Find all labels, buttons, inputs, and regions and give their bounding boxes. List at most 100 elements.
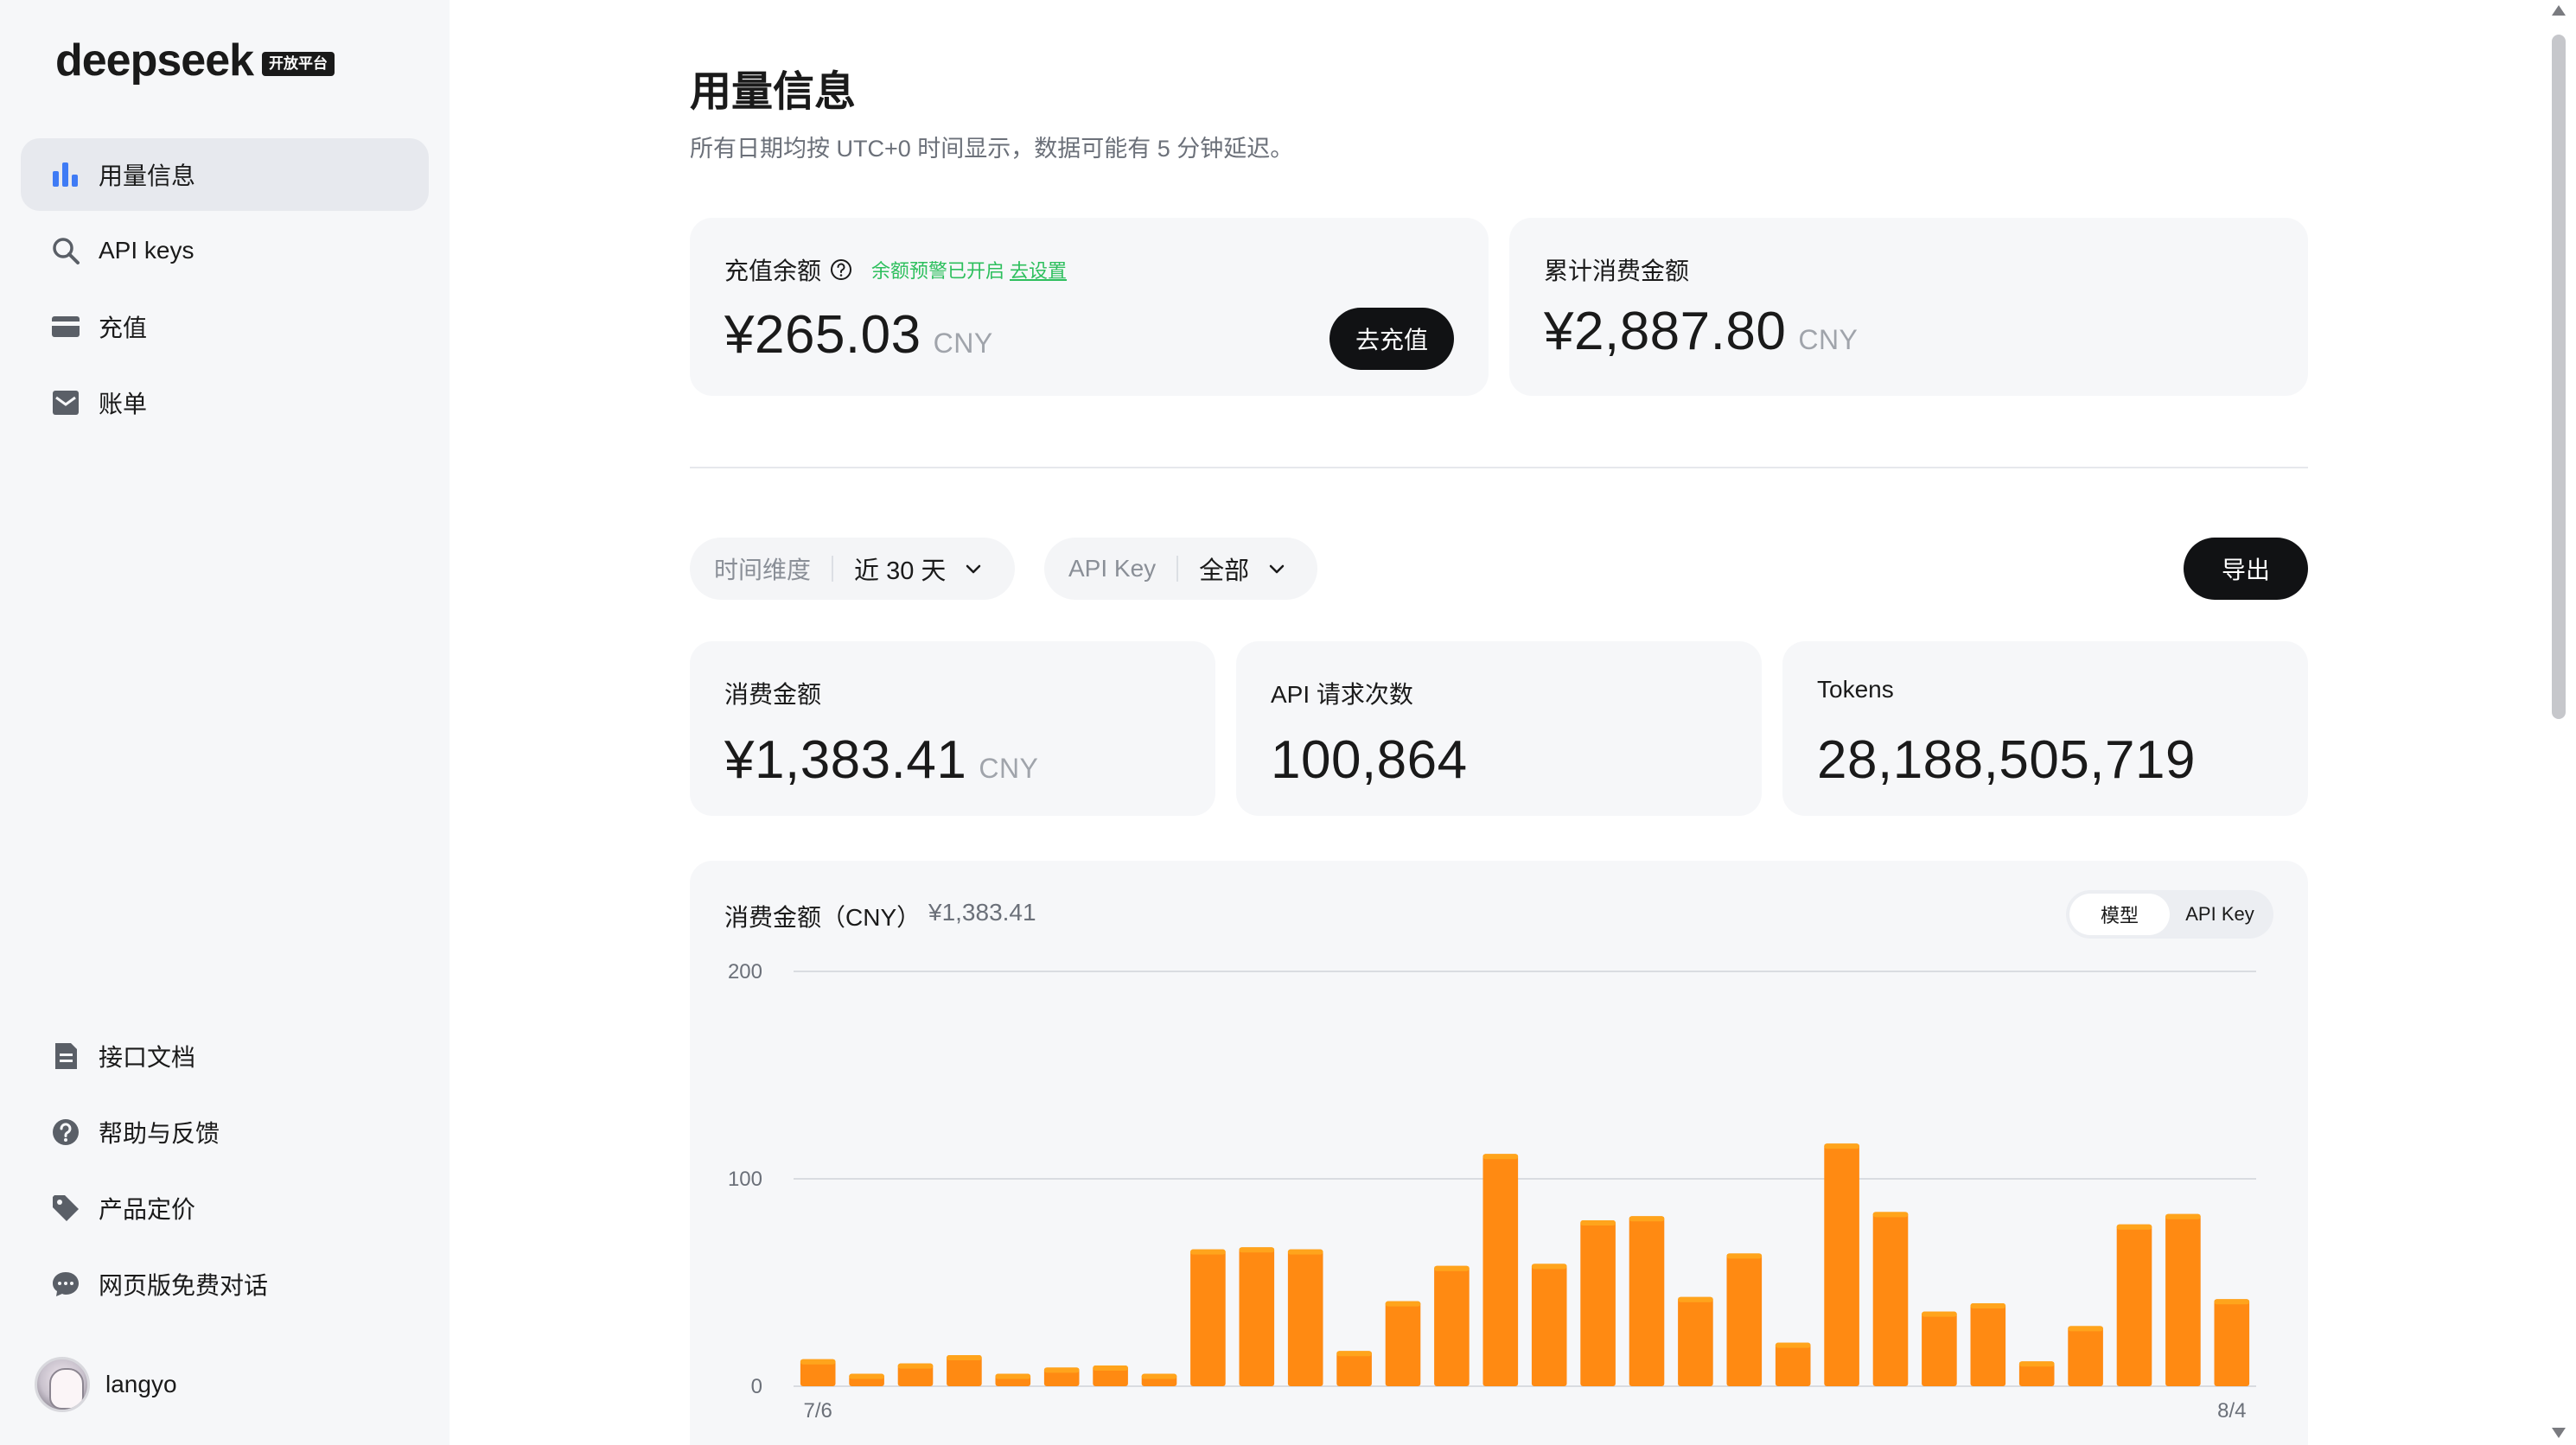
requests-stat-value: 100,864 <box>1271 730 1468 790</box>
chart-bar-cap <box>897 1363 934 1369</box>
sidebar-item-label: 用量信息 <box>99 162 196 189</box>
chart-bar-cap <box>947 1355 982 1360</box>
chart-bar-cap <box>1190 1249 1226 1255</box>
chart-bar-cap <box>800 1359 836 1365</box>
chart-bar[interactable] <box>1287 1249 1323 1386</box>
x-tick-label: 7/6 <box>804 1399 832 1423</box>
chart-bar-cap <box>2068 1326 2103 1332</box>
chart-bar[interactable] <box>1872 1212 1909 1386</box>
chart-bar[interactable] <box>1678 1296 1713 1386</box>
y-tick-label: 100 <box>728 1168 762 1191</box>
scroll-down-icon[interactable] <box>2552 1428 2566 1438</box>
chart-bar[interactable] <box>1531 1264 1567 1386</box>
sidebar-item-pricing[interactable]: 产品定价 <box>21 1172 429 1244</box>
chat-icon <box>50 1269 81 1300</box>
requests-stat-card: API 请求次数 100,864 <box>1236 641 1762 816</box>
x-tick-label: 8/4 <box>2217 1399 2246 1423</box>
balance-label-row: 充值余额 余额预警已开启 去设置 <box>724 252 1067 287</box>
chart-bar[interactable] <box>1239 1247 1275 1386</box>
spend-stat-label: 消费金额 <box>724 681 822 708</box>
chart-bar-cap <box>995 1373 1031 1379</box>
topup-button[interactable]: 去充值 <box>1329 308 1454 370</box>
filter-separator <box>832 556 834 582</box>
spend-stat-card: 消费金额 ¥1,383.41 CNY <box>690 641 1215 816</box>
sidebar-item-docs[interactable]: 接口文档 <box>21 1020 429 1092</box>
export-button[interactable]: 导出 <box>2184 538 2308 600</box>
chart-bar[interactable] <box>1434 1265 1470 1386</box>
chart-bar[interactable] <box>1580 1220 1616 1386</box>
total-spent-unit: CNY <box>1798 324 1859 355</box>
chart-bar[interactable] <box>1482 1154 1519 1386</box>
y-tick-label: 0 <box>751 1375 762 1398</box>
brand-logo[interactable]: deepseek 开放平台 <box>55 35 335 86</box>
sidebar-item-label: 网页版免费对话 <box>99 1272 269 1299</box>
chart-bar-cap <box>1872 1212 1909 1218</box>
sidebar-item-label: 帮助与反馈 <box>99 1120 220 1147</box>
question-circle-icon[interactable] <box>830 258 852 281</box>
brand-badge: 开放平台 <box>262 52 335 76</box>
balance-amount-row: ¥265.03 CNY <box>724 304 993 366</box>
spend-stat-value: ¥1,383.41 <box>724 730 967 790</box>
sidebar-item-billing[interactable]: 账单 <box>21 366 429 439</box>
chart-bar-cap <box>1336 1351 1372 1357</box>
scrollbar-thumb[interactable] <box>2552 35 2566 719</box>
sidebar-item-label: 接口文档 <box>99 1044 196 1071</box>
sidebar-item-help[interactable]: 帮助与反馈 <box>21 1096 429 1168</box>
chart-bar-cap <box>1141 1373 1177 1379</box>
user-profile[interactable]: langyo <box>35 1357 177 1412</box>
spend-chart-card: 消费金额（CNY） ¥1,383.41 模型 API Key 0 100 200 7/… <box>690 861 2308 1445</box>
filter-key: 时间维度 <box>714 557 812 583</box>
chart-bar-cap <box>2214 1299 2250 1305</box>
chart-bar[interactable] <box>1970 1303 2006 1386</box>
chart-bar[interactable] <box>1824 1143 1859 1386</box>
sidebar: deepseek 开放平台 用量信息 API keys 充值 账单 接口文档 帮… <box>0 0 450 1445</box>
brand-name: deepseek <box>55 35 254 86</box>
filter-value: 全部 <box>1199 557 1250 585</box>
chart-bar-cap <box>1043 1367 1080 1373</box>
chart-bar[interactable] <box>1385 1301 1421 1386</box>
chevron-down-icon <box>963 558 984 579</box>
page-title: 用量信息 <box>690 69 857 115</box>
total-spent-amount: ¥2,887.80 <box>1544 302 1787 361</box>
chart-bar-cap <box>1629 1216 1665 1222</box>
api-key-select[interactable]: API Key 全部 <box>1044 538 1317 600</box>
chart-bar[interactable] <box>1922 1311 1957 1386</box>
y-tick-label: 200 <box>728 960 762 983</box>
scroll-up-icon[interactable] <box>2552 5 2566 16</box>
chart-bar-cap <box>1678 1296 1713 1302</box>
chart-bar-cap <box>1093 1365 1128 1371</box>
chart-bar[interactable] <box>2116 1224 2152 1386</box>
spend-stat-unit: CNY <box>979 753 1039 784</box>
user-name: langyo <box>105 1371 177 1397</box>
total-spent-label: 累计消费金额 <box>1544 258 1690 284</box>
chart-bar[interactable] <box>1775 1342 1811 1386</box>
filter-separator <box>1176 556 1179 582</box>
sidebar-item-web-chat[interactable]: 网页版免费对话 <box>21 1248 429 1321</box>
filter-key: API Key <box>1068 555 1157 582</box>
chart-bar-cap <box>2116 1224 2152 1230</box>
chart-bar[interactable] <box>2068 1326 2103 1386</box>
sidebar-item-usage[interactable]: 用量信息 <box>21 138 429 211</box>
balance-card: 充值余额 余额预警已开启 去设置 ¥265.03 CNY 去充值 <box>690 218 1489 396</box>
chart-bar-cap <box>1922 1311 1957 1317</box>
time-range-select[interactable]: 时间维度 近 30 天 <box>690 538 1015 600</box>
chart-bar[interactable] <box>1190 1249 1226 1386</box>
chart-bar-cap <box>1580 1220 1616 1225</box>
section-divider <box>690 467 2308 468</box>
chart-bar-cap <box>1726 1253 1763 1259</box>
bar-chart-icon <box>50 159 81 190</box>
card-icon <box>50 311 81 342</box>
chart-bar[interactable] <box>2165 1213 2201 1386</box>
total-spent-amount-row: ¥2,887.80 CNY <box>1544 301 1858 362</box>
balance-alert-settings-link[interactable]: 去设置 <box>1010 256 1067 283</box>
chart-bar[interactable] <box>1726 1253 1763 1386</box>
balance-amount: ¥265.03 <box>724 305 921 365</box>
balance-label: 充值余额 <box>724 258 822 284</box>
chart-bar[interactable] <box>1336 1351 1372 1386</box>
chart-bar[interactable] <box>2214 1299 2250 1386</box>
chart-bar[interactable] <box>1629 1216 1665 1386</box>
chart-bar-cap <box>1970 1303 2006 1308</box>
sidebar-item-topup[interactable]: 充值 <box>21 290 429 363</box>
spend-bar-chart: 0 100 200 7/6 8/4 <box>728 960 2256 1423</box>
sidebar-item-api-keys[interactable]: API keys <box>21 214 429 287</box>
